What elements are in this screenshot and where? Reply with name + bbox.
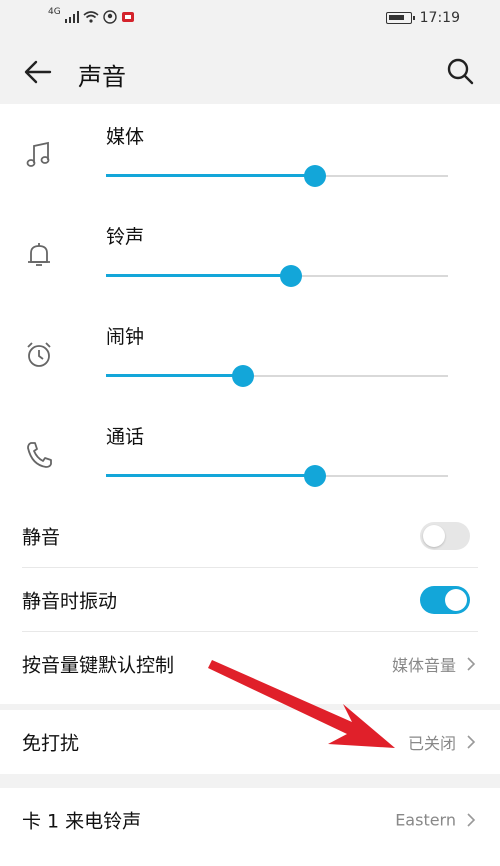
slider-fill bbox=[106, 274, 291, 277]
vibrate-on-mute-row[interactable]: 静音时振动 bbox=[0, 568, 500, 632]
status-time: 17:19 bbox=[419, 10, 460, 26]
media-volume-slider[interactable] bbox=[106, 163, 448, 189]
bell-icon bbox=[28, 243, 50, 266]
mute-toggle[interactable] bbox=[420, 522, 470, 550]
volume-row-call: 通话 bbox=[0, 404, 500, 504]
volume-key-default-label: 按音量键默认控制 bbox=[22, 654, 175, 677]
slider-thumb[interactable] bbox=[303, 465, 326, 487]
toggle-knob bbox=[445, 589, 467, 611]
slider-fill bbox=[106, 374, 243, 377]
status-bar: 4G 17:19 bbox=[0, 0, 500, 38]
app-notification-icon bbox=[103, 10, 117, 24]
volume-label-media: 媒体 bbox=[106, 126, 145, 148]
chevron-right-icon bbox=[467, 813, 476, 827]
vibrate-on-mute-toggle[interactable] bbox=[420, 586, 470, 614]
do-not-disturb-card: 免打扰 已关闭 bbox=[0, 710, 500, 774]
volume-key-default-value: 媒体音量 bbox=[391, 656, 456, 675]
volume-label-ringtone: 铃声 bbox=[106, 226, 145, 248]
toggle-knob bbox=[423, 525, 445, 547]
app-bar: 声音 bbox=[0, 38, 500, 104]
mute-row[interactable]: 静音 bbox=[0, 504, 500, 568]
volume-row-alarm: 闹钟 bbox=[0, 304, 500, 404]
volume-label-alarm: 闹钟 bbox=[106, 326, 145, 348]
sim1-ringtone-row[interactable]: 卡 1 来电铃声 Eastern bbox=[0, 788, 500, 852]
status-icons-left: 4G bbox=[48, 7, 135, 24]
signal-icon bbox=[64, 11, 79, 23]
network-type-label: 4G bbox=[48, 7, 61, 17]
chevron-right-icon bbox=[467, 657, 476, 671]
search-icon[interactable] bbox=[444, 56, 476, 88]
wifi-icon bbox=[83, 11, 99, 23]
alarm-clock-icon bbox=[27, 342, 51, 367]
alarm-volume-slider[interactable] bbox=[106, 363, 448, 389]
phone-icon bbox=[27, 442, 52, 468]
vibrate-on-mute-label: 静音时振动 bbox=[22, 590, 118, 613]
sim1-ringtone-value: Eastern bbox=[395, 810, 456, 830]
volume-row-media: 媒体 bbox=[0, 104, 500, 204]
slider-thumb[interactable] bbox=[279, 265, 302, 287]
red-app-icon bbox=[121, 12, 134, 22]
page-title: 声音 bbox=[78, 63, 126, 91]
volume-label-call: 通话 bbox=[106, 426, 145, 448]
slider-fill bbox=[106, 474, 315, 477]
ringtone-card: 卡 1 来电铃声 Eastern bbox=[0, 788, 500, 866]
call-volume-slider[interactable] bbox=[106, 463, 448, 489]
slider-fill bbox=[106, 174, 315, 177]
slider-thumb[interactable] bbox=[303, 165, 326, 187]
back-arrow-icon[interactable] bbox=[22, 56, 54, 88]
chevron-right-icon bbox=[467, 735, 476, 749]
status-icons-right: 17:19 bbox=[385, 10, 460, 26]
mute-label: 静音 bbox=[22, 526, 61, 549]
volume-settings-card: 媒体 铃声 闹钟 通话 静音 静音时振动 按音量键默认控制 媒体音量 bbox=[0, 104, 500, 704]
do-not-disturb-row[interactable]: 免打扰 已关闭 bbox=[0, 710, 500, 774]
sim1-ringtone-label: 卡 1 来电铃声 bbox=[22, 810, 142, 833]
volume-row-ringtone: 铃声 bbox=[0, 204, 500, 304]
do-not-disturb-label: 免打扰 bbox=[22, 732, 80, 755]
do-not-disturb-value: 已关闭 bbox=[407, 734, 456, 753]
music-note-icon bbox=[26, 141, 50, 167]
volume-key-default-row[interactable]: 按音量键默认控制 媒体音量 bbox=[0, 632, 500, 696]
ringtone-volume-slider[interactable] bbox=[106, 263, 448, 289]
battery-icon bbox=[385, 12, 415, 24]
slider-thumb[interactable] bbox=[231, 365, 254, 387]
